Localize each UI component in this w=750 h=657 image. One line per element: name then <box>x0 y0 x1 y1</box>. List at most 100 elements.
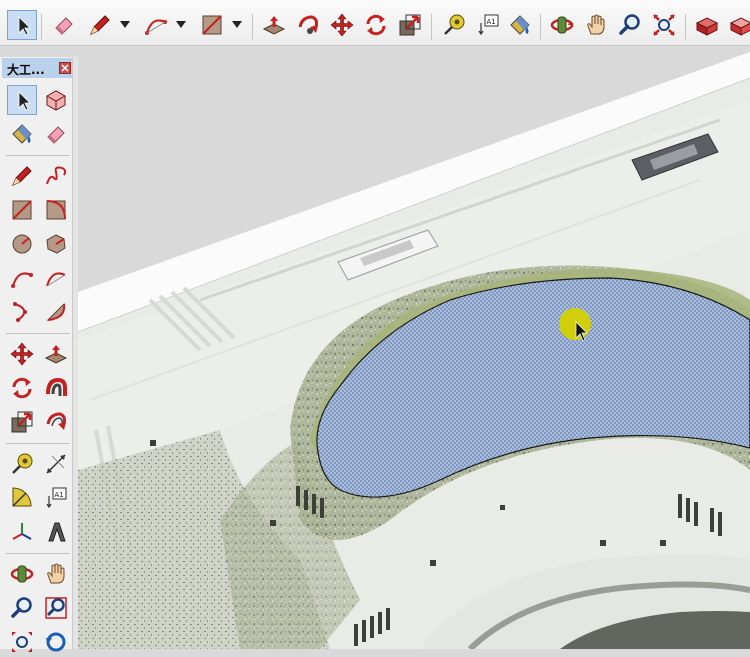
palette-pie-tool[interactable] <box>41 297 71 327</box>
extension-icon <box>729 17 750 36</box>
move-icon <box>330 13 354 37</box>
magnifier-icon <box>619 14 640 35</box>
move-icon <box>10 342 34 366</box>
follow-me-tool-button[interactable] <box>293 10 323 40</box>
palette-rectangle-tool[interactable] <box>7 195 37 225</box>
palette-pan-tool[interactable] <box>41 559 71 589</box>
push-pull-icon <box>44 345 68 364</box>
polygon-icon <box>46 234 66 254</box>
main-toolbar: A1 <box>0 0 750 46</box>
text-tool-button[interactable]: A1 <box>473 10 503 40</box>
push-pull-tool-button[interactable] <box>259 10 289 40</box>
palette-title-bar[interactable]: 大工... <box>2 58 74 78</box>
palette-axes-tool[interactable] <box>7 517 37 547</box>
palette-tape-measure-tool[interactable] <box>7 449 37 479</box>
palette-3d-text-tool[interactable] <box>41 517 71 547</box>
rotate-icon <box>12 377 32 399</box>
palette-resize-handle[interactable] <box>72 57 78 649</box>
select-tool-button[interactable] <box>7 10 37 40</box>
palette-paint-bucket-tool[interactable] <box>7 119 37 149</box>
palette-make-component-tool[interactable] <box>41 85 71 115</box>
palette-dimension-tool[interactable] <box>41 449 71 479</box>
orbit-icon <box>10 565 34 583</box>
palette-follow-me-tool[interactable] <box>41 373 71 403</box>
rotate-tool-button[interactable] <box>361 10 391 40</box>
close-icon <box>61 64 69 72</box>
paint-bucket-icon <box>510 15 530 35</box>
palette-freehand-tool[interactable] <box>41 161 71 191</box>
circle-icon <box>12 234 32 254</box>
tape-measure-icon <box>444 14 465 35</box>
text-label-icon: A1 <box>46 487 67 509</box>
axes-icon <box>12 523 32 540</box>
palette-scale-tool[interactable] <box>7 407 37 437</box>
chevron-down-icon <box>176 21 186 28</box>
magnifier-icon <box>11 597 32 618</box>
close-button[interactable] <box>59 62 71 74</box>
palette-three-point-arc-tool[interactable] <box>7 297 37 327</box>
arc-tool-button[interactable] <box>141 10 171 40</box>
palette-move-tool[interactable] <box>7 339 37 369</box>
inference-highlight <box>559 308 591 340</box>
palette-polygon-tool[interactable] <box>41 229 71 259</box>
rectangle-tool-dropdown[interactable] <box>230 10 244 40</box>
follow-me-icon <box>298 15 318 34</box>
rectangle-icon <box>12 200 32 220</box>
warehouse-tool-button[interactable] <box>692 10 722 40</box>
palette-circle-tool[interactable] <box>7 229 37 259</box>
orbit-tool-button[interactable] <box>547 10 577 40</box>
palette-arc-tool[interactable] <box>7 263 37 293</box>
extension-tool-button[interactable] <box>726 10 750 40</box>
palette-zoom-window-tool[interactable] <box>41 593 71 623</box>
paint-bucket-tool-button[interactable] <box>505 10 535 40</box>
scale-icon <box>11 411 33 433</box>
rectangle-icon <box>202 15 222 35</box>
palette-protractor-tool[interactable] <box>7 483 37 513</box>
toolbar-separator <box>540 14 541 40</box>
palette-offset-tool[interactable] <box>41 407 71 437</box>
warehouse-icon <box>695 17 719 36</box>
line-tool-button[interactable] <box>85 10 115 40</box>
text-label-icon: A1 <box>478 14 499 36</box>
viewport-scene <box>78 46 750 649</box>
palette-zoom-extents-tool[interactable] <box>7 627 37 657</box>
palette-text-tool[interactable]: A1 <box>41 483 71 513</box>
palette-rotated-rectangle-tool[interactable] <box>41 195 71 225</box>
pan-tool-button[interactable] <box>581 10 611 40</box>
palette-eraser-tool[interactable] <box>41 119 71 149</box>
palette-two-point-arc-tool[interactable] <box>41 263 71 293</box>
arrow-cursor-icon <box>18 16 31 36</box>
palette-orbit-tool[interactable] <box>7 559 37 589</box>
arc-tool-dropdown[interactable] <box>174 10 188 40</box>
eraser-tool-button[interactable] <box>49 10 79 40</box>
palette-select-tool[interactable] <box>7 85 37 115</box>
palette-line-tool[interactable] <box>7 161 37 191</box>
component-icon <box>46 90 66 111</box>
rotate-icon <box>366 14 386 36</box>
chevron-down-icon <box>232 21 242 28</box>
move-tool-button[interactable] <box>327 10 357 40</box>
palette-zoom-tool[interactable] <box>7 593 37 623</box>
palette-push-pull-tool[interactable] <box>41 339 71 369</box>
dimension-icon <box>46 454 66 474</box>
3d-text-icon <box>48 522 66 542</box>
palette-rotate-tool[interactable] <box>7 373 37 403</box>
arc-icon <box>145 19 167 35</box>
text-label-glyph: A1 <box>55 491 64 499</box>
zoom-extents-tool-button[interactable] <box>649 10 679 40</box>
zoom-tool-button[interactable] <box>615 10 645 40</box>
pencil-icon <box>12 166 32 186</box>
tape-measure-tool-button[interactable] <box>439 10 469 40</box>
eraser-icon <box>47 126 65 144</box>
rectangle-tool-button[interactable] <box>197 10 227 40</box>
zoom-extents-icon <box>653 14 675 36</box>
freehand-icon <box>46 166 67 185</box>
palette-separator <box>6 553 70 554</box>
palette-previous-view-tool[interactable] <box>41 627 71 657</box>
follow-me-icon <box>46 377 67 396</box>
scale-tool-button[interactable] <box>395 10 425 40</box>
model-viewport[interactable] <box>78 46 750 649</box>
line-tool-dropdown[interactable] <box>118 10 132 40</box>
palette-separator <box>6 155 70 156</box>
toolbar-separator <box>252 14 253 40</box>
